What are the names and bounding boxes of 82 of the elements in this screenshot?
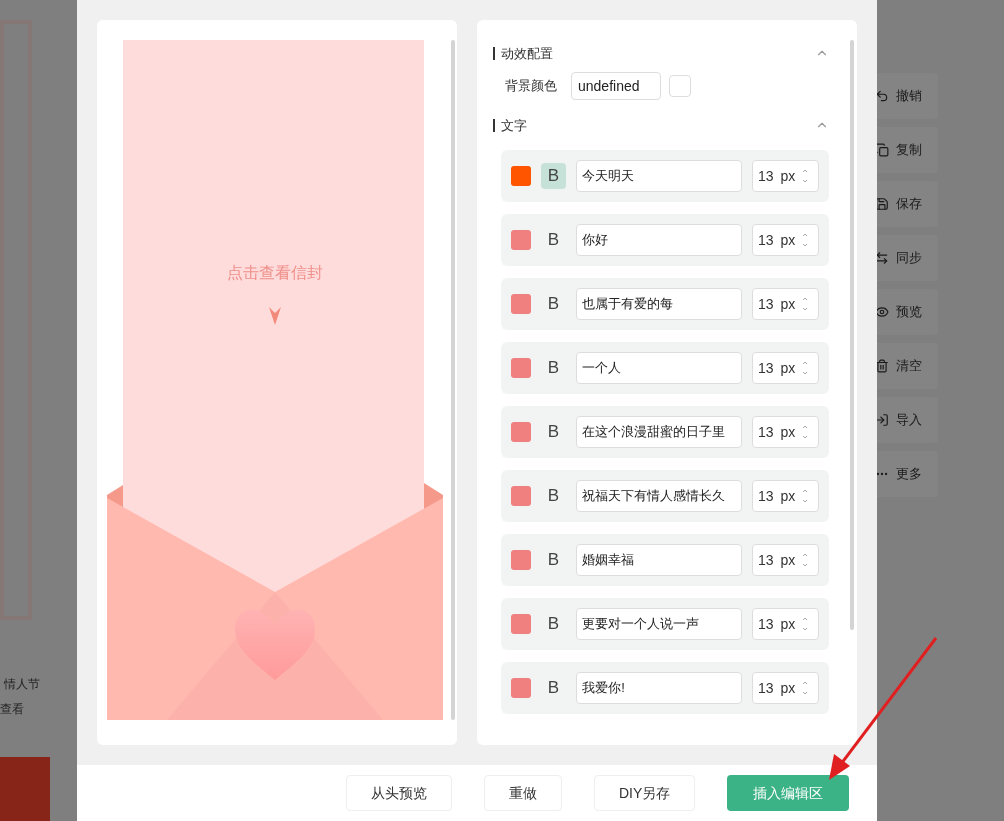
color-value-field[interactable]: undefined — [571, 72, 661, 100]
stepper-icon[interactable] — [802, 167, 809, 185]
scrollbar[interactable] — [850, 40, 854, 630]
bold-toggle[interactable]: B — [540, 611, 567, 637]
unit-label: px — [780, 614, 796, 634]
font-size-value: 13 — [757, 294, 774, 314]
font-size-input[interactable]: 13 px — [751, 672, 819, 704]
undo-icon — [875, 89, 889, 103]
text-input[interactable]: 更要对一个人说一声 — [576, 608, 742, 640]
text-input[interactable]: 在这个浪漫甜蜜的日子里 — [576, 416, 742, 448]
text-input[interactable]: 婚姻幸福 — [576, 544, 742, 576]
bold-toggle[interactable]: B — [540, 547, 567, 573]
unit-label: px — [780, 230, 796, 250]
section-title: 动效配置 — [493, 46, 553, 60]
font-size-value: 13 — [757, 614, 774, 634]
bold-toggle[interactable]: B — [540, 483, 567, 509]
scrollbar[interactable] — [451, 40, 455, 720]
unit-label: px — [780, 358, 796, 378]
font-size-input[interactable]: 13 px — [751, 352, 819, 384]
bold-toggle[interactable]: B — [540, 163, 567, 189]
view-link[interactable]: 查看 — [0, 700, 24, 718]
font-size-input[interactable]: 13 px — [751, 544, 819, 576]
unit-label: px — [780, 166, 796, 186]
color-swatch[interactable] — [511, 294, 531, 314]
text-input[interactable]: 今天明天 — [576, 160, 742, 192]
stepper-icon[interactable] — [802, 487, 809, 505]
bold-toggle[interactable]: B — [540, 291, 567, 317]
stepper-icon[interactable] — [802, 615, 809, 633]
stepper-icon[interactable] — [802, 679, 809, 697]
font-size-value: 13 — [757, 486, 774, 506]
save-icon — [875, 197, 889, 211]
template-tag: 情人节 — [4, 675, 40, 693]
font-size-input[interactable]: 13 px — [751, 288, 819, 320]
field-label: 背景颜色 — [505, 77, 557, 96]
bold-toggle[interactable]: B — [540, 355, 567, 381]
unit-label: px — [780, 294, 796, 314]
text-input[interactable]: 我爱你! — [576, 672, 742, 704]
font-size-input[interactable]: 13 px — [751, 608, 819, 640]
color-swatch[interactable] — [511, 486, 531, 506]
clear-icon — [875, 359, 889, 373]
color-swatch[interactable] — [511, 230, 531, 250]
font-size-input[interactable]: 13 px — [751, 416, 819, 448]
stepper-icon[interactable] — [802, 551, 809, 569]
bold-toggle[interactable]: B — [540, 419, 567, 445]
footer-button[interactable]: 从头预览 — [346, 775, 452, 811]
stepper-icon[interactable] — [802, 231, 809, 249]
color-swatch[interactable] — [511, 358, 531, 378]
footer-button[interactable]: DIY另存 — [594, 775, 696, 811]
preview-icon — [875, 305, 889, 319]
color-swatch[interactable] — [511, 614, 531, 634]
color-swatch[interactable] — [511, 550, 531, 570]
font-size-input[interactable]: 13 px — [751, 480, 819, 512]
sync-icon — [875, 251, 889, 265]
text-input[interactable]: 你好 — [576, 224, 742, 256]
color-swatch[interactable] — [511, 678, 531, 698]
color-swatch[interactable] — [511, 166, 531, 186]
font-size-value: 13 — [757, 550, 774, 570]
stepper-icon[interactable] — [802, 423, 809, 441]
text-input[interactable]: 一个人 — [576, 352, 742, 384]
font-size-input[interactable]: 13 px — [751, 160, 819, 192]
font-size-value: 13 — [757, 230, 774, 250]
font-size-input[interactable]: 13 px — [751, 224, 819, 256]
stepper-icon[interactable] — [802, 295, 809, 313]
unit-label: px — [780, 422, 796, 442]
bold-toggle[interactable]: B — [540, 675, 567, 701]
text-input[interactable]: 祝福天下有情人感情长久 — [576, 480, 742, 512]
unit-label: px — [780, 550, 796, 570]
footer-button[interactable]: 重做 — [484, 775, 562, 811]
color-swatch[interactable] — [511, 422, 531, 442]
text-input[interactable]: 也属于有爱的每 — [576, 288, 742, 320]
font-size-value: 13 — [757, 358, 774, 378]
section-title: 文字 — [493, 118, 527, 132]
unit-label: px — [780, 678, 796, 698]
font-size-value: 13 — [757, 678, 774, 698]
template-card — [0, 757, 50, 821]
stepper-icon[interactable] — [802, 359, 809, 377]
color-swatch[interactable] — [669, 75, 691, 97]
font-size-value: 13 — [757, 166, 774, 186]
unit-label: px — [780, 486, 796, 506]
bold-toggle[interactable]: B — [540, 227, 567, 253]
import-icon — [875, 413, 889, 427]
font-size-value: 13 — [757, 422, 774, 442]
